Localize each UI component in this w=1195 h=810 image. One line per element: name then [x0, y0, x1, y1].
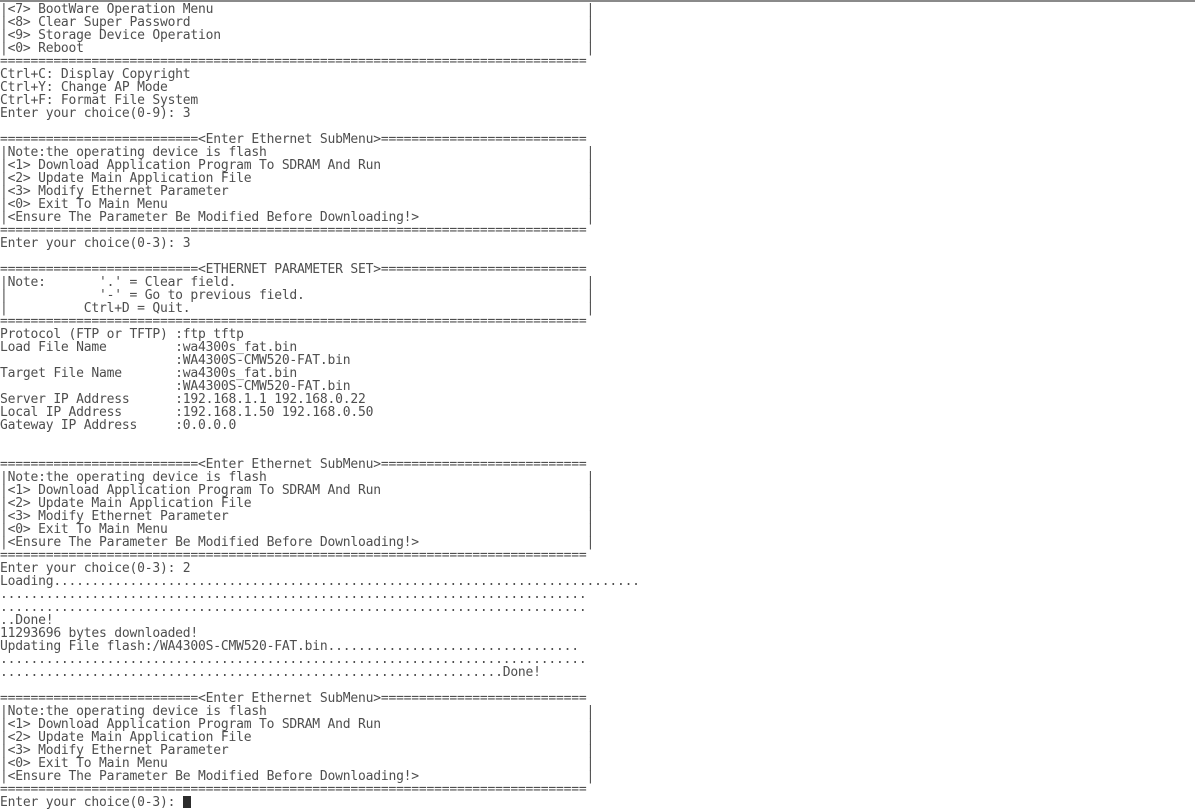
terminal-line: Enter your choice(0-9): 3: [0, 107, 1195, 120]
text-cursor[interactable]: [183, 796, 192, 808]
terminal-line: Enter your choice(0-3): 3: [0, 237, 1195, 250]
terminal-line-text: Gateway IP Address :0.0.0.0: [0, 418, 237, 433]
terminal-line: ........................................…: [0, 666, 1195, 679]
terminal-line-text: ........................................…: [0, 665, 541, 680]
terminal-line: Enter your choice(0-3):: [0, 796, 1195, 809]
terminal-line: Gateway IP Address :0.0.0.0: [0, 419, 1195, 432]
terminal-line: Ctrl+C: Display Copyright: [0, 68, 1195, 81]
terminal-line-text: Enter your choice(0-3):: [0, 795, 176, 810]
terminal-line-text: ........................................…: [0, 600, 587, 615]
terminal-line-text: Enter your choice(0-9): 3: [0, 106, 191, 121]
terminal-output[interactable]: |<7> BootWare Operation Menu | |<8> Clear…: [0, 2, 1195, 809]
terminal-line: ........................................…: [0, 601, 1195, 614]
terminal-line: ========================================…: [0, 783, 1195, 796]
terminal-line-text: Enter your choice(0-3): 3: [0, 236, 191, 251]
terminal-window[interactable]: |<7> BootWare Operation Menu | |<8> Clear…: [0, 0, 1195, 810]
